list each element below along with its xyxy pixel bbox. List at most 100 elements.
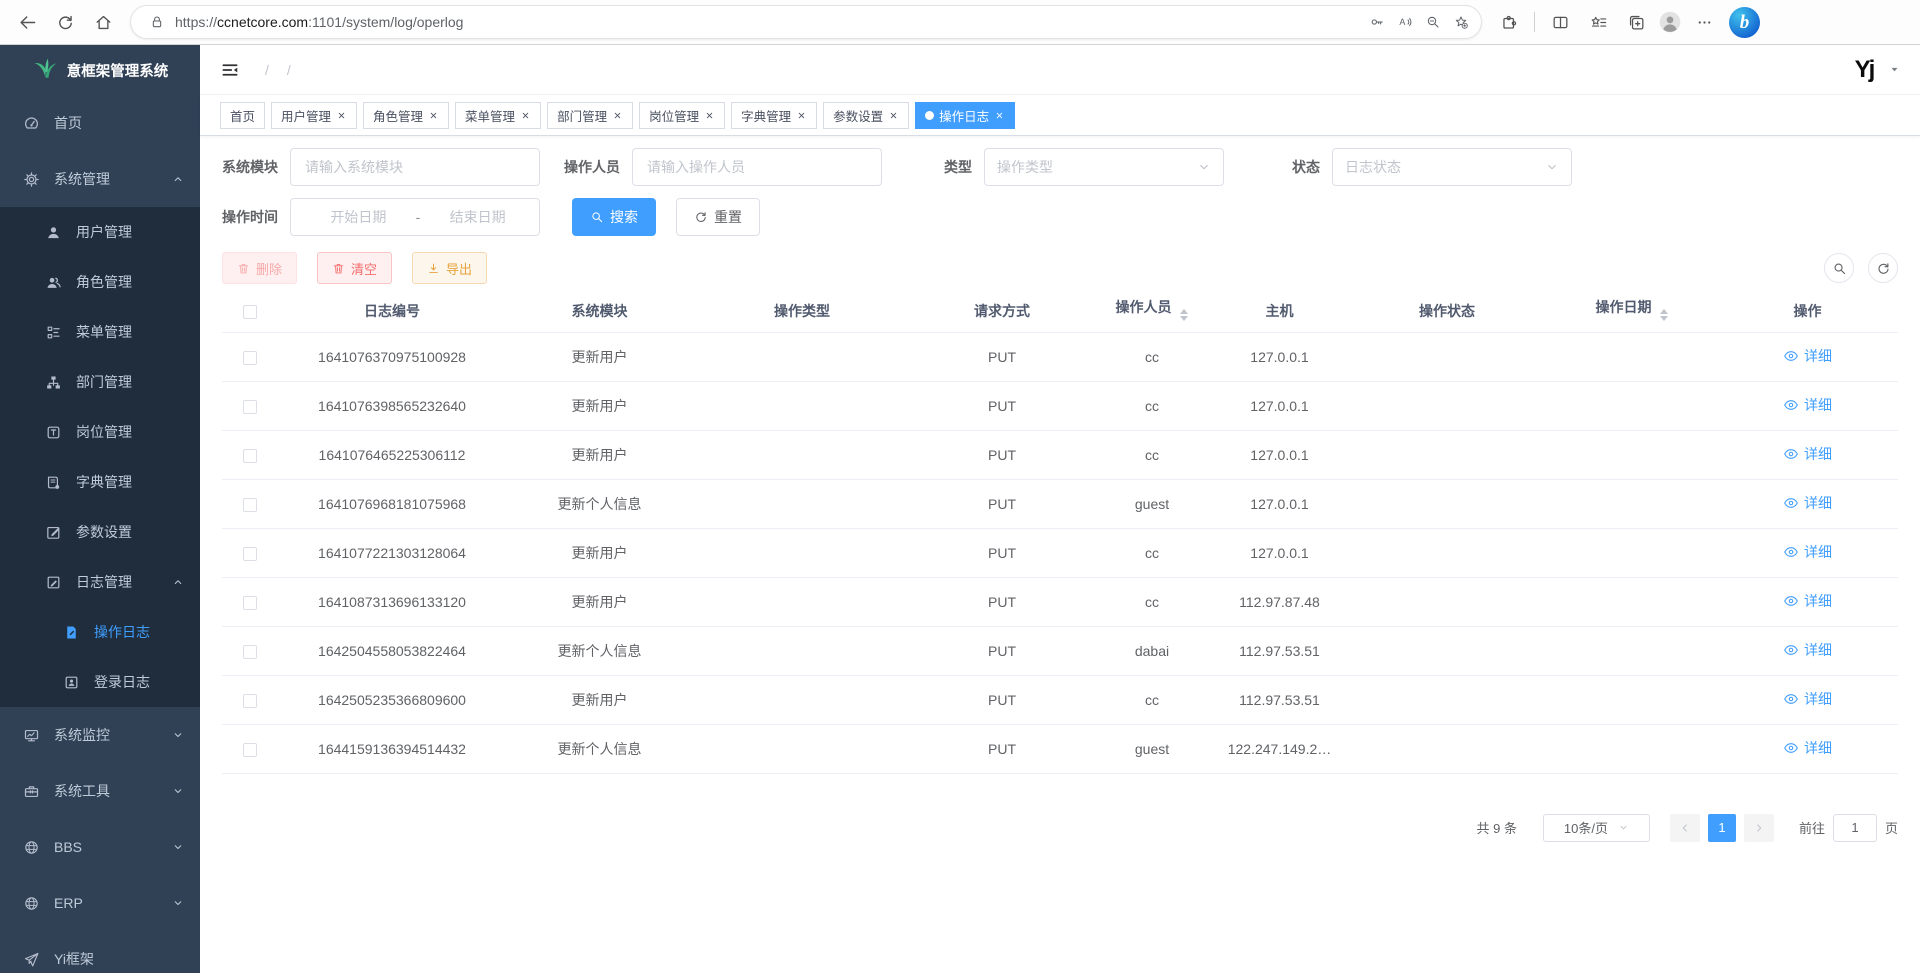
refresh-icon[interactable] bbox=[48, 5, 82, 39]
sidebar-item[interactable]: 系统工具 bbox=[0, 763, 200, 819]
sidebar-item[interactable]: 字典管理 bbox=[0, 457, 200, 507]
cell-date bbox=[1547, 528, 1717, 577]
chevron-down-icon bbox=[172, 897, 184, 909]
date-range-picker[interactable]: 开始日期 - 结束日期 bbox=[290, 198, 540, 236]
password-key-icon[interactable] bbox=[1363, 8, 1391, 36]
close-icon[interactable] bbox=[520, 110, 531, 121]
row-checkbox[interactable] bbox=[243, 547, 257, 561]
sidebar-item[interactable]: 角色管理 bbox=[0, 257, 200, 307]
extensions-icon[interactable] bbox=[1492, 5, 1526, 39]
sidebar-item[interactable]: 参数设置 bbox=[0, 507, 200, 557]
sort-carets[interactable] bbox=[1180, 305, 1188, 325]
user-avatar[interactable]: Yj bbox=[1845, 51, 1883, 89]
tab[interactable]: 字典管理 bbox=[731, 102, 817, 129]
sidebar-item[interactable]: 登录日志 bbox=[0, 657, 200, 707]
sidebar-item[interactable]: 用户管理 bbox=[0, 207, 200, 257]
close-icon[interactable] bbox=[888, 110, 899, 121]
cell-operator: dabai bbox=[1092, 626, 1212, 675]
next-page-button[interactable] bbox=[1744, 814, 1774, 842]
search-button[interactable]: 搜索 bbox=[572, 198, 656, 236]
row-checkbox[interactable] bbox=[243, 351, 257, 365]
tab[interactable]: 部门管理 bbox=[547, 102, 633, 129]
row-checkbox[interactable] bbox=[243, 694, 257, 708]
tab[interactable]: 角色管理 bbox=[363, 102, 449, 129]
close-icon[interactable] bbox=[704, 110, 715, 121]
page-size-select[interactable]: 10条/页 bbox=[1543, 814, 1650, 842]
detail-button[interactable]: 详细 bbox=[1783, 493, 1832, 513]
detail-button[interactable]: 详细 bbox=[1783, 542, 1832, 562]
address-bar[interactable]: https://ccnetcore.com:1101/system/log/op… bbox=[130, 5, 1482, 39]
sidebar-item[interactable]: 菜单管理 bbox=[0, 307, 200, 357]
prev-page-button[interactable] bbox=[1670, 814, 1700, 842]
close-icon[interactable] bbox=[612, 110, 623, 121]
tab[interactable]: 菜单管理 bbox=[455, 102, 541, 129]
toggle-search-button[interactable] bbox=[1824, 253, 1854, 283]
sidebar-item[interactable]: 系统管理 bbox=[0, 151, 200, 207]
close-icon[interactable] bbox=[428, 110, 439, 121]
sort-carets[interactable] bbox=[1660, 305, 1668, 325]
sidebar-item[interactable]: Yi框架 bbox=[0, 931, 200, 973]
favorites-bar-icon[interactable] bbox=[1581, 5, 1615, 39]
more-menu-icon[interactable] bbox=[1687, 5, 1721, 39]
row-checkbox[interactable] bbox=[243, 498, 257, 512]
detail-button[interactable]: 详细 bbox=[1783, 346, 1832, 366]
avatar-caret-icon[interactable] bbox=[1889, 64, 1900, 75]
tab[interactable]: 参数设置 bbox=[823, 102, 909, 129]
close-icon[interactable] bbox=[336, 110, 347, 121]
sidebar-item[interactable]: 系统监控 bbox=[0, 707, 200, 763]
home-icon[interactable] bbox=[86, 5, 120, 39]
detail-button[interactable]: 详细 bbox=[1783, 640, 1832, 660]
sidebar-item[interactable]: 首页 bbox=[0, 95, 200, 151]
status-select[interactable]: 日志状态 bbox=[1332, 148, 1572, 186]
sidebar-item[interactable]: 岗位管理 bbox=[0, 407, 200, 457]
zoom-out-icon[interactable] bbox=[1419, 8, 1447, 36]
close-icon[interactable] bbox=[796, 110, 807, 121]
menu-fold-icon[interactable] bbox=[220, 60, 240, 80]
breadcrumb-item[interactable] bbox=[256, 62, 278, 78]
detail-button[interactable]: 详细 bbox=[1783, 591, 1832, 611]
close-icon[interactable] bbox=[994, 110, 1005, 121]
bing-chat-icon[interactable]: b bbox=[1729, 7, 1760, 38]
cell-method: PUT bbox=[912, 626, 1092, 675]
browser-profile-icon[interactable] bbox=[1657, 9, 1683, 35]
operator-input[interactable] bbox=[632, 148, 882, 186]
tab[interactable]: 首页 bbox=[220, 102, 265, 129]
tab[interactable]: 岗位管理 bbox=[639, 102, 725, 129]
lock-icon[interactable] bbox=[143, 8, 171, 36]
breadcrumb-item[interactable] bbox=[278, 62, 300, 78]
clear-button[interactable]: 清空 bbox=[317, 252, 392, 284]
tab[interactable]: 操作日志 bbox=[915, 102, 1015, 129]
sidebar-item[interactable]: BBS bbox=[0, 819, 200, 875]
goto-page-input[interactable] bbox=[1833, 814, 1877, 842]
reset-button[interactable]: 重置 bbox=[676, 198, 760, 236]
row-checkbox[interactable] bbox=[243, 596, 257, 610]
sidebar-item[interactable]: ERP bbox=[0, 875, 200, 931]
tab[interactable]: 用户管理 bbox=[271, 102, 357, 129]
row-checkbox[interactable] bbox=[243, 743, 257, 757]
page-number-1[interactable]: 1 bbox=[1708, 814, 1736, 842]
app-logo[interactable]: 意框架管理系统 bbox=[0, 45, 200, 95]
type-select[interactable]: 操作类型 bbox=[984, 148, 1224, 186]
module-input[interactable] bbox=[290, 148, 540, 186]
cell-host: 127.0.0.1 bbox=[1212, 479, 1347, 528]
sidebar-item[interactable]: 部门管理 bbox=[0, 357, 200, 407]
sidebar-item[interactable]: 操作日志 bbox=[0, 607, 200, 657]
favorite-add-icon[interactable] bbox=[1447, 8, 1475, 36]
collections-icon[interactable] bbox=[1619, 5, 1653, 39]
delete-button[interactable]: 删除 bbox=[222, 252, 297, 284]
detail-button[interactable]: 详细 bbox=[1783, 444, 1832, 464]
select-all-checkbox[interactable] bbox=[243, 305, 257, 319]
refresh-table-button[interactable] bbox=[1868, 253, 1898, 283]
back-icon[interactable] bbox=[10, 5, 44, 39]
detail-button[interactable]: 详细 bbox=[1783, 689, 1832, 709]
row-checkbox[interactable] bbox=[243, 449, 257, 463]
export-button[interactable]: 导出 bbox=[412, 252, 487, 284]
detail-button[interactable]: 详细 bbox=[1783, 738, 1832, 758]
read-aloud-icon[interactable]: A bbox=[1391, 8, 1419, 36]
table-header-cell: 日志编号 bbox=[277, 290, 507, 332]
row-checkbox[interactable] bbox=[243, 400, 257, 414]
row-checkbox[interactable] bbox=[243, 645, 257, 659]
split-screen-icon[interactable] bbox=[1543, 5, 1577, 39]
sidebar-item[interactable]: 日志管理 bbox=[0, 557, 200, 607]
detail-button[interactable]: 详细 bbox=[1783, 395, 1832, 415]
